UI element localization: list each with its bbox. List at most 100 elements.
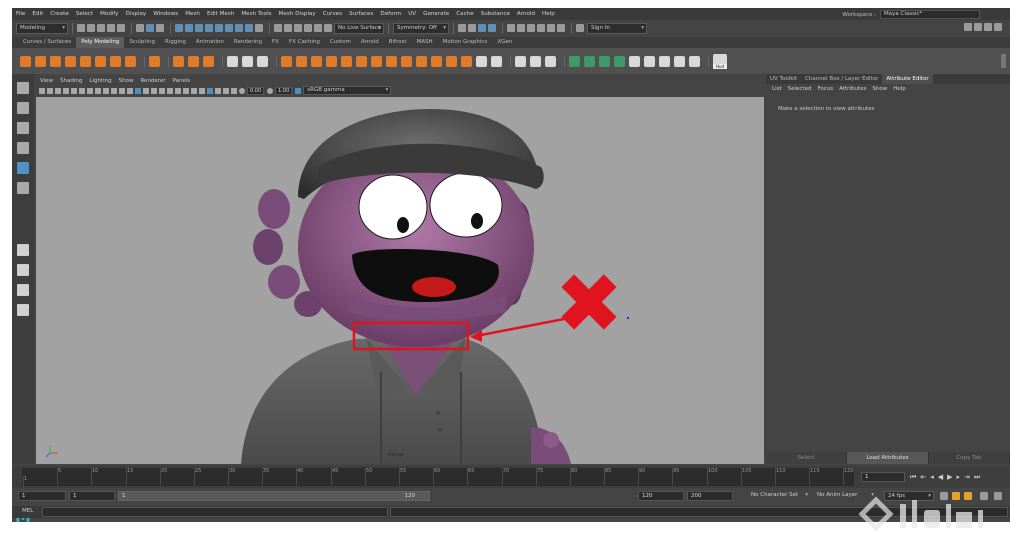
attribute-menu-selected[interactable]: Selected bbox=[788, 85, 812, 94]
channel-box-icon[interactable] bbox=[557, 24, 565, 32]
toggle-panel-icon[interactable] bbox=[964, 23, 972, 31]
current-frame-field[interactable]: 1 bbox=[861, 472, 905, 482]
menu-windows[interactable]: Windows bbox=[153, 11, 178, 17]
mirror-icon[interactable] bbox=[296, 55, 307, 67]
select-button[interactable]: Select bbox=[766, 452, 848, 464]
fill-hole-icon[interactable] bbox=[371, 55, 382, 67]
grid-icon[interactable] bbox=[71, 87, 77, 94]
viewport-menu-panels[interactable]: Panels bbox=[173, 78, 191, 84]
menu-generate[interactable]: Generate bbox=[423, 11, 449, 17]
snap-surface-icon[interactable] bbox=[314, 24, 322, 32]
mask-all-icon[interactable] bbox=[175, 24, 183, 32]
shelf-tab-sculpting[interactable]: Sculpting bbox=[124, 37, 160, 48]
isolate-select-icon[interactable] bbox=[207, 87, 213, 94]
go-to-end-icon[interactable]: ⏭ bbox=[974, 472, 980, 482]
edge-loop-icon[interactable] bbox=[530, 55, 541, 67]
shelf-tab-mash[interactable]: MASH bbox=[411, 37, 437, 48]
reduce-icon[interactable] bbox=[386, 55, 397, 67]
shelf-tab-arnold[interactable]: Arnold bbox=[356, 37, 384, 48]
smooth-icon[interactable] bbox=[257, 55, 268, 67]
menu-mesh-tools[interactable]: Mesh Tools bbox=[241, 11, 271, 17]
range-slider[interactable]: 1 120 bbox=[118, 491, 430, 501]
mask-dynamics-icon[interactable] bbox=[235, 24, 243, 32]
menu-file[interactable]: File bbox=[16, 11, 25, 17]
cleanup-icon[interactable] bbox=[401, 55, 412, 67]
move-tool-icon[interactable] bbox=[17, 142, 29, 154]
attribute-menu-show[interactable]: Show bbox=[872, 85, 887, 94]
mask-handles-icon[interactable] bbox=[185, 24, 193, 32]
menu-set-dropdown[interactable]: Modeling bbox=[16, 22, 68, 34]
rotate-tool-icon[interactable] bbox=[17, 162, 29, 174]
collapse-icon[interactable] bbox=[491, 55, 502, 67]
gear-icon[interactable] bbox=[994, 23, 1002, 31]
perspective-viewport[interactable]: persp bbox=[36, 97, 764, 464]
shelf-tab-motion-graphics[interactable]: Motion Graphics bbox=[438, 37, 493, 48]
cut-uv-icon[interactable] bbox=[674, 55, 685, 67]
spherical-uv-icon[interactable] bbox=[614, 55, 625, 67]
default-material-icon[interactable] bbox=[143, 87, 149, 94]
automatic-uv-icon[interactable] bbox=[584, 55, 595, 67]
poly-cube-icon[interactable] bbox=[50, 55, 61, 67]
mask-joints-icon[interactable] bbox=[195, 24, 203, 32]
shelf-tab-fx-caching[interactable]: FX Caching bbox=[284, 37, 325, 48]
poly-torus-icon[interactable] bbox=[95, 55, 106, 67]
shelf-tab-rigging[interactable]: Rigging bbox=[160, 37, 191, 48]
multi-cut-icon[interactable] bbox=[515, 55, 526, 67]
shelf-tab-xgen[interactable]: XGen bbox=[492, 37, 517, 48]
play-backward-icon[interactable]: ◀ bbox=[938, 472, 943, 482]
magnet-icon[interactable] bbox=[324, 24, 332, 32]
combine-icon[interactable] bbox=[227, 55, 238, 67]
image-plane-icon[interactable] bbox=[63, 87, 69, 94]
retopo-icon[interactable] bbox=[416, 55, 427, 67]
paint-select-tool-icon[interactable] bbox=[17, 122, 29, 134]
step-forward-frame-icon[interactable]: ▸ bbox=[956, 472, 960, 482]
safe-title-icon[interactable] bbox=[119, 87, 125, 94]
select-camera-icon[interactable] bbox=[39, 87, 45, 94]
viewport-menu-view[interactable]: View bbox=[40, 78, 53, 84]
attribute-menu-help[interactable]: Help bbox=[893, 85, 906, 94]
time-slider[interactable]: 1 5 10 15 20 25 30 35 40 45 50 55 60 65 70 75 80 85 90 95 10… bbox=[12, 466, 1010, 493]
four-view-layout-icon[interactable] bbox=[17, 264, 29, 276]
multisample-icon[interactable] bbox=[191, 87, 197, 94]
gate-mask-icon[interactable] bbox=[95, 87, 101, 94]
mask-rendering-icon[interactable] bbox=[245, 24, 253, 32]
step-back-key-icon[interactable]: ⇤ bbox=[920, 472, 926, 482]
ipr-render-icon[interactable] bbox=[478, 24, 486, 32]
poly-sphere-icon[interactable] bbox=[35, 55, 46, 67]
character-set-dropdown[interactable]: No Character Set bbox=[748, 491, 810, 501]
save-scene-icon[interactable] bbox=[97, 24, 105, 32]
render-icon[interactable] bbox=[468, 24, 476, 32]
select-object-icon[interactable] bbox=[146, 24, 154, 32]
command-input[interactable] bbox=[42, 507, 388, 517]
poly-cylinder-icon[interactable] bbox=[65, 55, 76, 67]
menu-substance[interactable]: Substance bbox=[481, 11, 510, 17]
shelf-tab-animation[interactable]: Animation bbox=[191, 37, 229, 48]
menu-modify[interactable]: Modify bbox=[100, 11, 119, 17]
menu-help[interactable]: Help bbox=[542, 11, 555, 17]
play-forward-icon[interactable]: ▶ bbox=[947, 472, 952, 482]
bookmark-icon[interactable] bbox=[55, 87, 61, 94]
copy-tab-button[interactable]: Copy Tab bbox=[928, 452, 1010, 464]
uv-editor-icon[interactable] bbox=[629, 55, 640, 67]
colorspace-dropdown[interactable]: sRGB gamma bbox=[303, 86, 392, 95]
planar-uv-icon[interactable] bbox=[569, 55, 580, 67]
menu-arnold[interactable]: Arnold bbox=[517, 11, 535, 17]
quadrangulate-icon[interactable] bbox=[446, 55, 457, 67]
playback-end-field[interactable]: 120 bbox=[638, 491, 684, 501]
append-icon[interactable] bbox=[356, 55, 367, 67]
redo-icon[interactable] bbox=[117, 24, 125, 32]
tab-channel-box-layer-editor[interactable]: Channel Box / Layer Editor bbox=[801, 74, 882, 84]
snap-point-icon[interactable] bbox=[294, 24, 302, 32]
viewport-menu-renderer[interactable]: Renderer bbox=[140, 78, 165, 84]
target-weld-icon[interactable] bbox=[476, 55, 487, 67]
merge-icon[interactable] bbox=[461, 55, 472, 67]
tab-attribute-editor[interactable]: Attribute Editor bbox=[882, 74, 933, 84]
depth-of-field-icon[interactable] bbox=[199, 87, 205, 94]
live-surface-dropdown[interactable]: No Live Surface bbox=[334, 22, 384, 34]
viewport-menu-lighting[interactable]: Lighting bbox=[89, 78, 111, 84]
go-to-start-icon[interactable]: ⏮ bbox=[910, 472, 916, 482]
shelf-tab-bifrost[interactable]: Bifrost bbox=[384, 37, 412, 48]
shadows-icon[interactable] bbox=[167, 87, 173, 94]
type-text-icon[interactable] bbox=[188, 55, 199, 67]
shelf-tab-fx[interactable]: FX bbox=[267, 37, 284, 48]
